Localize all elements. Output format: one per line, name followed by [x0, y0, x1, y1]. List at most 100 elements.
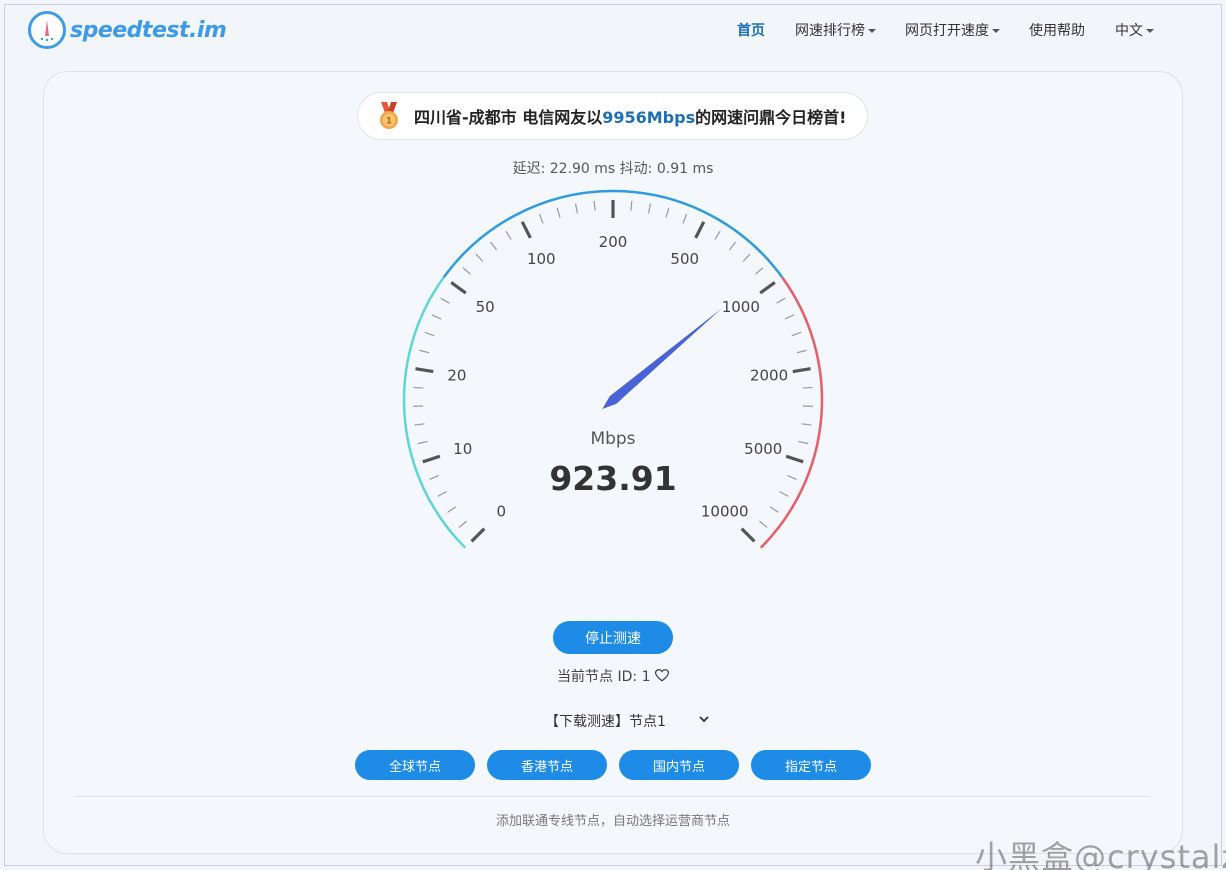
banner-suffix: 的网速问鼎今日榜首!	[695, 108, 847, 127]
gauge-minor-tick	[424, 331, 435, 337]
divider	[75, 796, 1150, 797]
gauge-minor-tick	[630, 200, 633, 211]
gauge-minor-tick	[462, 267, 471, 275]
svg-text:1: 1	[386, 117, 392, 127]
gauge-minor-tick	[417, 440, 428, 445]
leaderboard-text: 四川省-成都市 电信网友以9956Mbps的网速问鼎今日榜首!	[414, 104, 846, 128]
footer-note: 添加联通专线节点，自动选择运营商节点	[495, 814, 730, 829]
nav-item-label: 使用帮助	[1029, 23, 1085, 39]
gauge-minor-tick	[419, 349, 430, 354]
node-button-1[interactable]: 香港节点	[487, 750, 607, 780]
gauge-minor-tick	[769, 506, 779, 513]
gauge-major-tick	[740, 527, 756, 543]
gauge-minor-tick	[447, 506, 457, 513]
nav-item-label: 中文	[1115, 23, 1143, 39]
nav-item-label: 网页打开速度	[905, 23, 989, 39]
site-logo[interactable]: speedtest.im	[28, 11, 227, 49]
nav-item-1[interactable]: 网速排行榜	[795, 20, 876, 40]
gauge-minor-tick	[648, 203, 652, 214]
gauge-tick-label: 50	[476, 298, 495, 316]
gauge-tick-label: 1000	[722, 298, 760, 316]
gauge-major-tick	[785, 454, 804, 464]
gauge-unit-label: Mbps	[590, 429, 635, 449]
nav-item-0[interactable]: 首页	[737, 20, 765, 40]
gauge-speed-value: 923.91	[549, 459, 676, 498]
stop-test-button[interactable]: 停止测速	[553, 621, 673, 654]
nav-item-3[interactable]: 使用帮助	[1029, 20, 1085, 40]
gauge-major-tick	[422, 454, 441, 464]
gauge-minor-tick	[593, 200, 596, 211]
node-button-0[interactable]: 全球节点	[355, 750, 475, 780]
gauge-minor-tick	[798, 440, 809, 445]
gauge-tick-label: 10	[453, 440, 472, 458]
gauge-minor-tick	[791, 331, 802, 337]
gauge-needle	[602, 308, 722, 410]
gauge-minor-tick	[429, 474, 439, 480]
gauge-tick-label: 10000	[701, 503, 749, 521]
gauge-tick-label: 5000	[744, 440, 782, 458]
gauge-major-tick	[759, 281, 776, 295]
node-id-text: 当前节点 ID: 1	[557, 669, 651, 685]
gauge-minor-tick	[801, 423, 812, 426]
nav-item-label: 首页	[737, 23, 765, 39]
gauge-minor-tick	[458, 520, 467, 528]
gauge-tick-label: 2000	[750, 366, 788, 384]
gauge-minor-tick	[413, 386, 424, 389]
gauge-minor-tick	[796, 349, 807, 354]
gauge-minor-tick	[755, 267, 764, 275]
gauge-minor-tick	[784, 314, 795, 320]
gauge-minor-tick	[431, 314, 442, 320]
top-navbar: speedtest.im 首页 网速排行榜 网页打开速度 使用帮助 中文	[0, 0, 1226, 60]
gauge-tick-label: 20	[447, 366, 466, 384]
gauge-minor-tick	[475, 253, 484, 262]
gauge-major-tick	[520, 221, 532, 239]
gauge-minor-tick	[728, 241, 737, 251]
gauge-minor-tick	[682, 213, 688, 224]
latency-readout: 延迟: 22.90 ms 抖动: 0.91 ms	[512, 161, 714, 177]
gauge-minor-tick	[759, 520, 768, 528]
node-button-3[interactable]: 指定节点	[751, 750, 871, 780]
node-button-2[interactable]: 国内节点	[619, 750, 739, 780]
gauge-minor-tick	[742, 253, 751, 262]
banner-highlight-speed: 9956Mbps	[602, 108, 696, 127]
gauge-major-tick	[415, 367, 434, 374]
chevron-down-icon[interactable]	[698, 713, 710, 725]
nav-item-2[interactable]: 网页打开速度	[905, 20, 1000, 40]
gauge-tick-label: 100	[527, 250, 556, 268]
gauge-minor-tick	[776, 297, 786, 304]
gauge-tick-label: 200	[599, 233, 628, 251]
gauge-minor-tick	[440, 297, 450, 304]
heart-icon[interactable]	[654, 669, 669, 682]
caret-down-icon	[868, 29, 876, 33]
gauge-minor-tick	[556, 207, 561, 218]
gauge-minor-tick	[714, 230, 721, 240]
gauge-minor-tick	[414, 423, 425, 426]
gauge-minor-tick	[665, 207, 670, 218]
gauge-major-tick	[470, 527, 486, 543]
speed-gauge: 0 10 20 50 100 200 500 1000 2000 5000 10000 Mbps 923…	[402, 189, 824, 549]
medal-icon: 1	[380, 102, 398, 129]
test-mode-select[interactable]: 【下载测速】节点1	[545, 711, 666, 731]
gauge-minor-tick	[489, 241, 498, 251]
watermark-text: 小黑盒@crystalz	[975, 838, 1226, 870]
banner-prefix: 四川省-成都市 电信网友以	[414, 108, 603, 127]
gauge-tick-label: 500	[670, 250, 699, 268]
leaderboard-banner[interactable]: 1 四川省-成都市 电信网友以9956Mbps的网速问鼎今日榜首!	[357, 92, 868, 140]
current-node-id: 当前节点 ID: 1	[0, 666, 1226, 686]
gauge-major-tick	[450, 281, 467, 295]
gauge-minor-tick	[802, 386, 813, 389]
gauge-tick-label: 0	[497, 503, 507, 521]
gauge-minor-tick	[538, 213, 544, 224]
site-logo-text: speedtest.im	[70, 17, 227, 43]
speedometer-logo-icon	[28, 11, 66, 49]
gauge-major-tick	[792, 367, 811, 374]
gauge-minor-tick	[779, 491, 789, 497]
nav-item-label: 网速排行榜	[795, 23, 865, 39]
gauge-minor-tick	[574, 203, 578, 214]
gauge-minor-tick	[505, 230, 512, 240]
nav-item-4[interactable]: 中文	[1115, 20, 1154, 40]
caret-down-icon	[1146, 29, 1154, 33]
gauge-major-tick	[694, 221, 706, 239]
gauge-minor-tick	[437, 491, 447, 497]
caret-down-icon	[992, 29, 1000, 33]
